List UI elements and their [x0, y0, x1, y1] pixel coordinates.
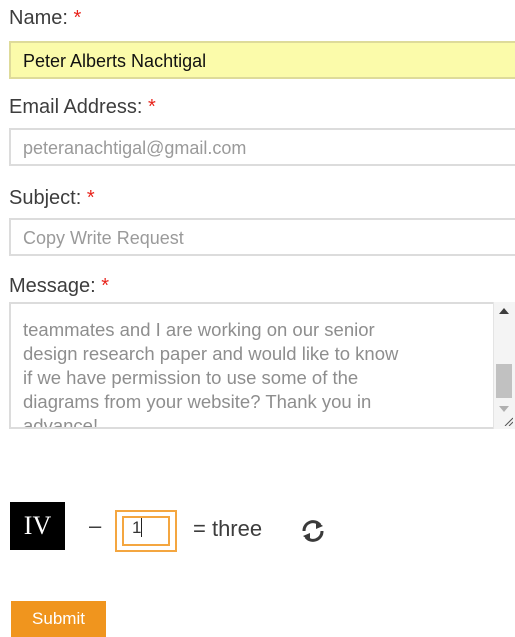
- subject-field-value: Copy Write Request: [23, 228, 184, 248]
- scrollbar-thumb[interactable]: [496, 364, 512, 398]
- captcha-roman-numeral: IV: [10, 502, 65, 550]
- required-mark: *: [86, 187, 95, 209]
- message-line: diagrams from your website? Thank you in: [23, 391, 372, 412]
- captcha-equation-result: = three: [193, 516, 263, 541]
- message-textarea[interactable]: — — — — — — — — — — teammates and I are …: [9, 302, 515, 429]
- message-line-partial: — — — — — — — — — —: [23, 304, 254, 314]
- captcha-input-inner: [122, 516, 170, 546]
- message-line: design research paper and would like to …: [23, 343, 399, 364]
- captcha-operator: –: [89, 513, 102, 538]
- refresh-icon[interactable]: [300, 518, 326, 544]
- email-field[interactable]: peteranachtigal@gmail.com: [9, 128, 515, 166]
- message-scrollbar[interactable]: [493, 302, 515, 429]
- subject-label: Subject: *: [9, 187, 95, 209]
- required-mark: *: [73, 7, 82, 29]
- captcha-answer-input[interactable]: 1: [115, 510, 177, 552]
- message-label: Message: *: [9, 275, 110, 297]
- required-mark: *: [101, 275, 110, 297]
- name-label: Name: *: [9, 7, 82, 29]
- required-mark: *: [147, 96, 156, 118]
- email-label: Email Address: *: [9, 96, 156, 118]
- message-line: advance!: [23, 415, 99, 429]
- subject-field[interactable]: Copy Write Request: [9, 218, 515, 256]
- submit-button[interactable]: Submit: [11, 601, 106, 637]
- message-line: teammates and I are working on our senio…: [23, 319, 375, 340]
- message-line: if we have permission to use some of the: [23, 367, 359, 388]
- text-caret: [141, 518, 142, 537]
- message-text: — — — — — — — — — — teammates and I are …: [23, 304, 493, 429]
- scroll-up-arrow-icon[interactable]: [499, 308, 509, 314]
- scroll-down-arrow-icon[interactable]: [499, 406, 509, 412]
- email-field-value: peteranachtigal@gmail.com: [23, 138, 247, 158]
- name-field-value: Peter Alberts Nachtigal: [23, 51, 207, 71]
- name-field[interactable]: Peter Alberts Nachtigal: [9, 41, 515, 79]
- resize-handle-icon[interactable]: [503, 416, 513, 426]
